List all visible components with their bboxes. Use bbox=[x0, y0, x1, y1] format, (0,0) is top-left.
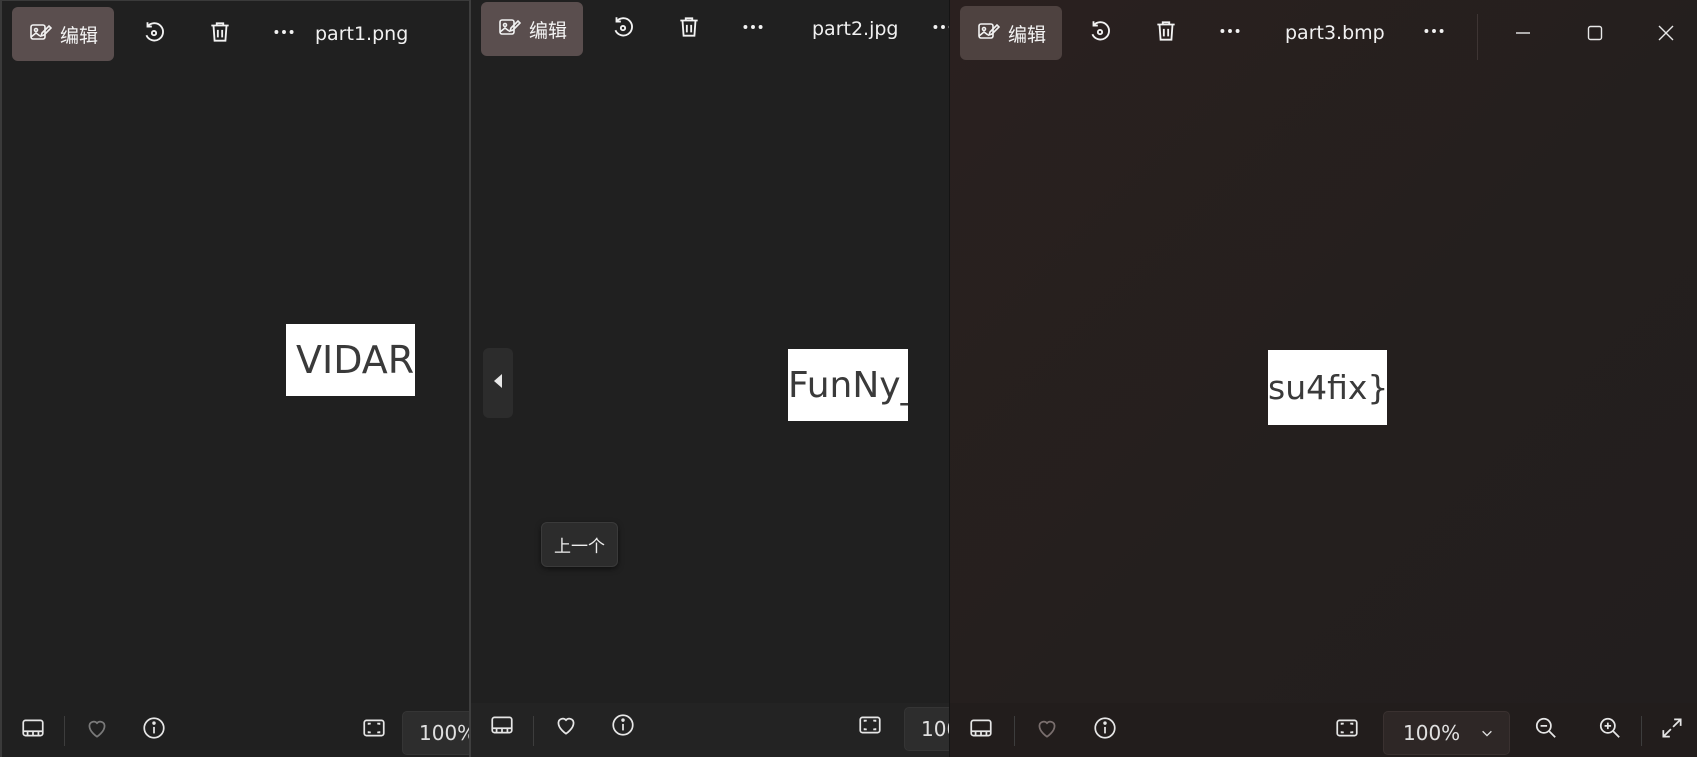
fullscreen-icon bbox=[1659, 715, 1685, 745]
filmstrip-button[interactable] bbox=[16, 710, 50, 750]
previous-arrow-icon bbox=[492, 373, 504, 393]
file-name: part3.bmp bbox=[1285, 22, 1385, 44]
filmstrip-icon bbox=[968, 715, 994, 745]
trash-icon bbox=[676, 14, 702, 44]
more-button-2[interactable] bbox=[1410, 6, 1458, 60]
rotate-button[interactable] bbox=[599, 2, 647, 56]
maximize-button[interactable] bbox=[1563, 10, 1627, 60]
photos-window-3: 编辑 part3.bmp su4fix} 100% bbox=[949, 0, 1697, 757]
minimize-button[interactable] bbox=[1491, 10, 1555, 60]
edit-button[interactable]: 编辑 bbox=[12, 7, 114, 61]
zoom-dropdown[interactable]: 100% bbox=[1383, 711, 1510, 755]
image-text: VIDAR{ bbox=[296, 338, 415, 382]
fit-to-window-icon bbox=[361, 715, 387, 745]
edit-label: 编辑 bbox=[1007, 23, 1046, 46]
image-text: FunNy_ bbox=[788, 364, 908, 406]
fit-button[interactable] bbox=[357, 710, 391, 750]
more-icon bbox=[740, 14, 766, 44]
favorite-button[interactable] bbox=[80, 710, 114, 750]
image-content: VIDAR{ bbox=[286, 324, 415, 396]
file-name: part1.png bbox=[315, 23, 409, 45]
trash-icon bbox=[1153, 18, 1179, 48]
trash-icon bbox=[207, 19, 233, 49]
zoom-out-button[interactable] bbox=[1529, 710, 1563, 750]
filmstrip-button[interactable] bbox=[964, 710, 998, 750]
separator bbox=[64, 716, 65, 746]
zoom-value: 100% bbox=[921, 717, 951, 741]
toolbar: 编辑 part2.jpg bbox=[471, 2, 951, 66]
more-icon bbox=[1217, 18, 1243, 48]
heart-icon bbox=[1034, 715, 1060, 745]
fit-button[interactable] bbox=[1330, 710, 1364, 750]
edit-button[interactable]: 编辑 bbox=[960, 6, 1062, 60]
more-button-2[interactable] bbox=[919, 2, 951, 56]
fullscreen-button[interactable] bbox=[1655, 710, 1689, 750]
bottom-bar: 100% bbox=[950, 703, 1697, 757]
zoom-dropdown[interactable]: 100% bbox=[904, 707, 951, 751]
more-button[interactable] bbox=[729, 2, 777, 56]
rotate-icon bbox=[1087, 18, 1113, 48]
bottom-bar: 100% bbox=[471, 703, 951, 757]
chevron-down-icon bbox=[1480, 721, 1494, 745]
filmstrip-icon bbox=[489, 712, 515, 742]
delete-button[interactable] bbox=[196, 7, 244, 61]
favorite-button[interactable] bbox=[549, 707, 583, 747]
image-content: su4fix} bbox=[1268, 350, 1387, 425]
zoom-in-icon bbox=[1597, 715, 1623, 745]
zoom-out-icon bbox=[1533, 715, 1559, 745]
rotate-icon bbox=[141, 19, 167, 49]
photos-window-2: 编辑 part2.jpg FunNy_ 上一个 10 bbox=[469, 0, 951, 757]
info-button[interactable] bbox=[1088, 710, 1122, 750]
edit-image-icon bbox=[497, 15, 522, 44]
edit-button[interactable]: 编辑 bbox=[481, 2, 583, 56]
edit-label: 编辑 bbox=[59, 24, 98, 47]
delete-button[interactable] bbox=[665, 2, 713, 56]
zoom-in-button[interactable] bbox=[1593, 710, 1627, 750]
edit-image-icon bbox=[28, 20, 53, 49]
maximize-icon bbox=[1585, 23, 1605, 47]
info-button[interactable] bbox=[606, 707, 640, 747]
edit-label: 编辑 bbox=[528, 19, 567, 42]
rotate-icon bbox=[610, 14, 636, 44]
image-text: su4fix} bbox=[1268, 368, 1387, 407]
minimize-icon bbox=[1513, 23, 1533, 47]
image-content: FunNy_ bbox=[788, 349, 908, 421]
delete-button[interactable] bbox=[1142, 6, 1190, 60]
favorite-button[interactable] bbox=[1030, 710, 1064, 750]
rotate-button[interactable] bbox=[1076, 6, 1124, 60]
separator bbox=[533, 716, 534, 746]
info-icon bbox=[141, 715, 167, 745]
info-button[interactable] bbox=[137, 710, 171, 750]
toolbar-separator bbox=[1477, 14, 1478, 60]
fit-to-window-icon bbox=[857, 712, 883, 742]
more-button[interactable] bbox=[1206, 6, 1254, 60]
bottom-bar: 100% bbox=[2, 703, 470, 757]
photos-window-1: 编辑 part1.png VIDAR{ 100% bbox=[0, 0, 470, 757]
rotate-button[interactable] bbox=[130, 7, 178, 61]
fit-button[interactable] bbox=[853, 707, 887, 747]
previous-tooltip: 上一个 bbox=[541, 522, 618, 567]
file-name: part2.jpg bbox=[812, 18, 899, 40]
fit-to-window-icon bbox=[1334, 715, 1360, 745]
close-button[interactable] bbox=[1634, 10, 1697, 60]
separator bbox=[1014, 716, 1015, 746]
more-button[interactable] bbox=[260, 7, 308, 61]
zoom-value: 100% bbox=[1403, 721, 1461, 745]
filmstrip-icon bbox=[20, 715, 46, 745]
previous-button[interactable] bbox=[483, 348, 513, 418]
info-icon bbox=[610, 712, 636, 742]
edit-image-icon bbox=[976, 19, 1001, 48]
toolbar: 编辑 part1.png bbox=[2, 7, 470, 71]
zoom-dropdown[interactable]: 100% bbox=[402, 711, 470, 755]
heart-icon bbox=[84, 715, 110, 745]
heart-icon bbox=[553, 712, 579, 742]
info-icon bbox=[1092, 715, 1118, 745]
filmstrip-button[interactable] bbox=[485, 707, 519, 747]
separator bbox=[1641, 716, 1642, 746]
more-icon bbox=[930, 14, 951, 44]
close-icon bbox=[1656, 23, 1676, 47]
more-icon bbox=[1421, 18, 1447, 48]
zoom-value: 100% bbox=[419, 721, 470, 745]
more-icon bbox=[271, 19, 297, 49]
